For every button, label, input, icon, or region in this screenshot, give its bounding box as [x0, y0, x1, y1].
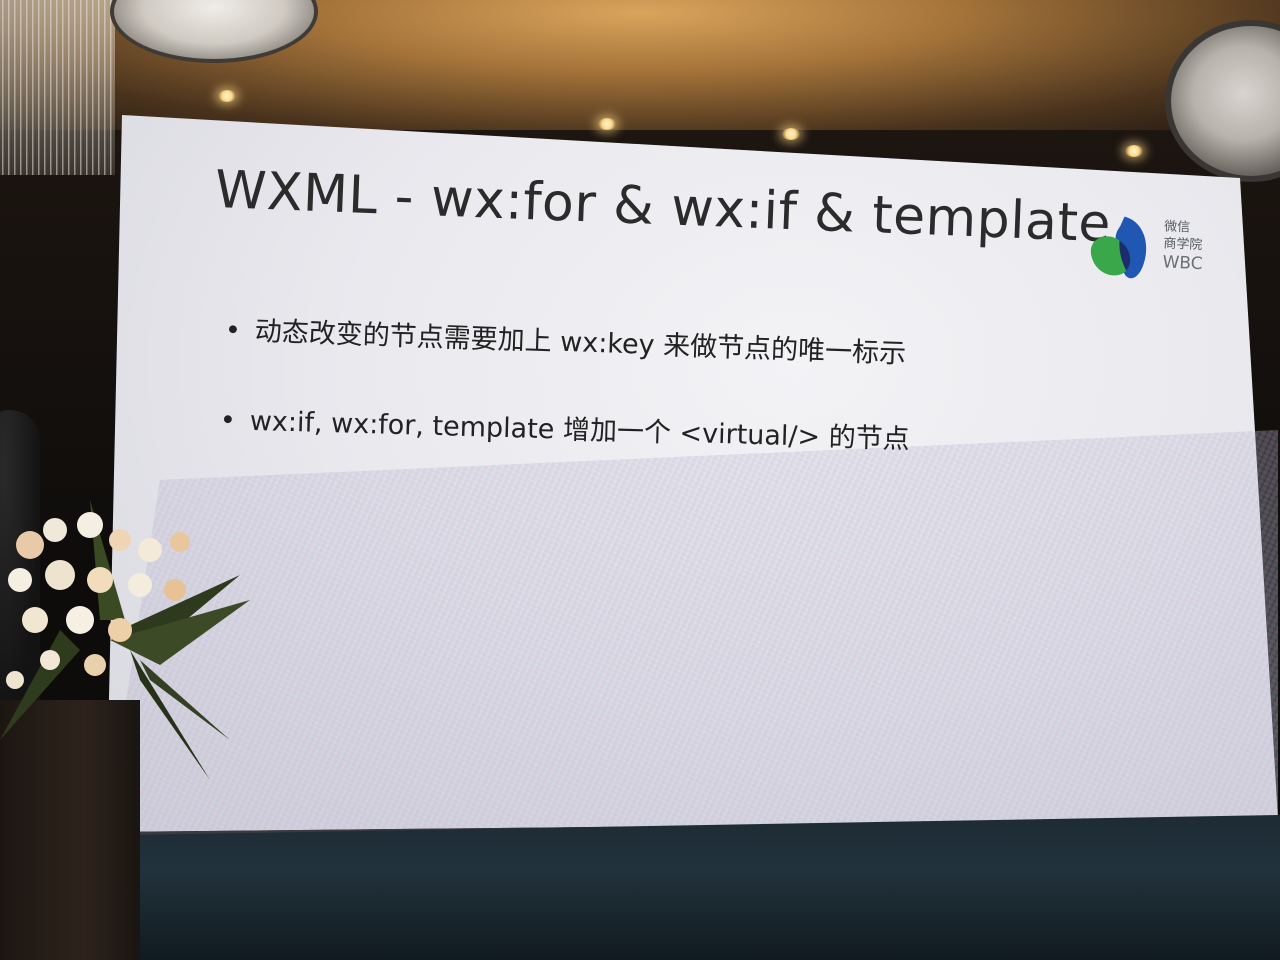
wbc-logo-icon — [1090, 216, 1147, 279]
wbc-logo: 微信 商学院 WBC — [1083, 209, 1226, 295]
photo-scene: WXML - wx:for & wx:if & template 微信 商学院 … — [0, 0, 1280, 960]
logo-line-2: 商学院 — [1163, 236, 1203, 254]
ceiling-light — [782, 128, 800, 140]
bullet-icon: • — [224, 315, 242, 347]
logo-text: 微信 商学院 WBC — [1162, 218, 1204, 275]
logo-line-1: 微信 — [1163, 219, 1191, 236]
chandelier — [0, 0, 115, 175]
ceiling-light — [598, 118, 616, 130]
ceiling-light — [218, 90, 236, 102]
ceiling-light — [1125, 145, 1143, 157]
flower-arrangement — [0, 500, 250, 780]
logo-wbc: WBC — [1162, 252, 1204, 275]
bullet-icon: • — [219, 405, 237, 437]
